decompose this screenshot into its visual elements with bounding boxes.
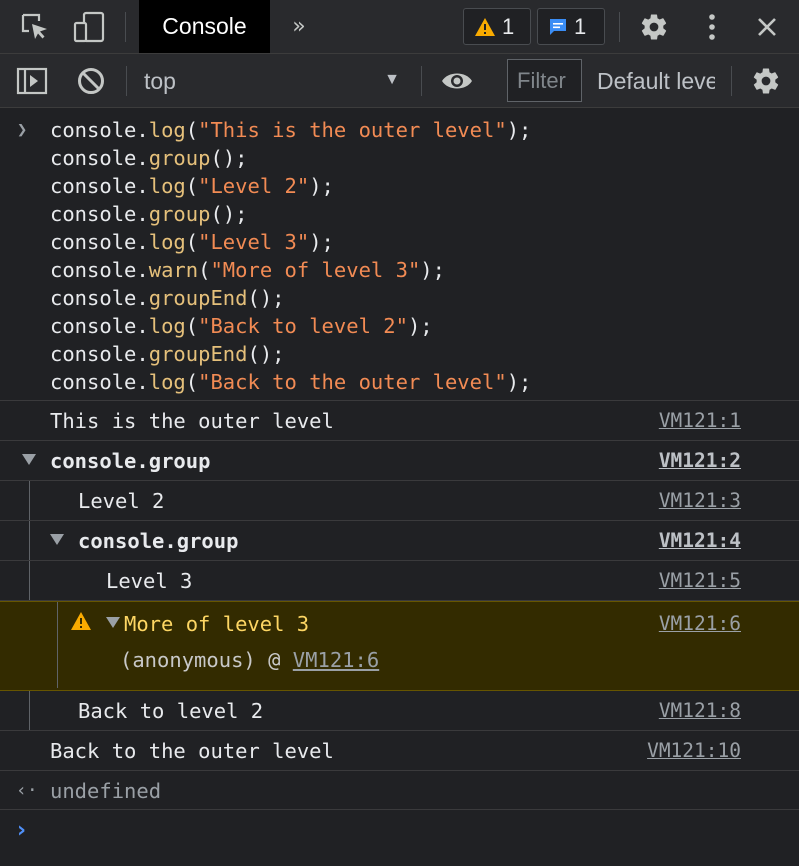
message-text: Level 3 (106, 569, 193, 593)
console-warning: More of level 3 VM121:6 (anonymous) @ VM… (0, 601, 799, 691)
inspect-element-icon[interactable] (18, 0, 52, 53)
source-link[interactable]: VM121:6 (659, 609, 741, 639)
warning-count: 1 (502, 13, 515, 39)
warnings-badge[interactable]: 1 (463, 8, 531, 45)
source-link[interactable]: VM121:5 (659, 561, 741, 601)
more-tabs-icon[interactable]: » (284, 0, 314, 53)
source-link[interactable]: VM121:8 (659, 691, 741, 731)
stack-at: @ (255, 648, 293, 672)
console-settings-icon[interactable] (748, 54, 784, 108)
message-text: Back to the outer level (50, 739, 334, 763)
result-value: undefined (50, 779, 162, 803)
expand-triangle-icon[interactable] (50, 534, 64, 545)
code-line: console.warn("More of level 3"); (50, 258, 445, 282)
toolbar-divider (731, 66, 732, 96)
message-text: Level 2 (78, 489, 165, 513)
source-link[interactable]: VM121:2 (659, 441, 741, 481)
toolbar-divider (125, 12, 126, 42)
message-text: Back to level 2 (78, 699, 264, 723)
tab-console[interactable]: Console (139, 0, 270, 53)
expand-triangle-icon[interactable] (106, 617, 120, 628)
toolbar-divider (126, 66, 127, 96)
stack-function: (anonymous) (120, 648, 256, 672)
console-message: Back to the outer level VM121:10 (0, 731, 799, 771)
console-group-header[interactable]: console.group VM121:2 (0, 441, 799, 481)
stack-trace: (anonymous) @ VM121:6 (120, 645, 379, 675)
warning-text: More of level 3 (124, 612, 310, 636)
console-group-header[interactable]: console.group VM121:4 (0, 521, 799, 561)
message-icon (550, 18, 566, 35)
console-message: Level 3 VM121:5 (0, 561, 799, 601)
console-message: Back to level 2 VM121:8 (0, 691, 799, 731)
clear-console-icon[interactable] (73, 54, 109, 108)
context-label: top (144, 67, 176, 94)
input-chevron-icon: ❯ (17, 120, 28, 140)
warning-icon (71, 612, 91, 630)
more-options-icon[interactable] (698, 0, 726, 53)
filter-input[interactable]: Filter (507, 59, 582, 102)
result-arrow-icon: ‹· (16, 780, 38, 801)
group-label: console.group (50, 449, 211, 473)
warning-icon (475, 17, 495, 36)
code-line: console.groupEnd(); (50, 342, 285, 366)
source-link[interactable]: VM121:1 (659, 401, 741, 441)
console-result: ‹· undefined (0, 771, 799, 810)
live-expression-eye-icon[interactable] (438, 54, 476, 108)
code-line: console.groupEnd(); (50, 286, 285, 310)
sidebar-toggle-icon[interactable] (14, 54, 50, 108)
code-line: console.log("This is the outer level"); (50, 118, 532, 142)
code-line: console.log("Level 3"); (50, 230, 334, 254)
source-link[interactable]: VM121:4 (659, 521, 741, 561)
code-line: console.group(); (50, 146, 248, 170)
console-prompt[interactable]: › (0, 810, 799, 866)
device-toolbar-icon[interactable] (71, 0, 107, 53)
console-input-echo: ❯ console.log("This is the outer level")… (0, 108, 799, 401)
toolbar-divider (619, 12, 620, 42)
prompt-chevron-icon: › (17, 818, 27, 843)
message-count: 1 (574, 13, 587, 39)
source-link[interactable]: VM121:3 (659, 481, 741, 521)
code-line: console.group(); (50, 202, 248, 226)
message-text: This is the outer level (50, 409, 334, 433)
log-levels-dropdown[interactable]: Default levels (597, 54, 715, 108)
group-guide-line (57, 602, 58, 688)
settings-icon[interactable] (636, 0, 672, 53)
dropdown-caret-icon: ▼ (384, 71, 400, 88)
stack-source-link[interactable]: VM121:6 (293, 648, 379, 672)
messages-badge[interactable]: 1 (537, 8, 605, 45)
code-line: console.log("Back to the outer level"); (50, 370, 532, 394)
expand-triangle-icon[interactable] (22, 454, 36, 465)
code-line: console.log("Back to level 2"); (50, 314, 433, 338)
close-icon[interactable] (752, 0, 782, 53)
console-message: Level 2 VM121:3 (0, 481, 799, 521)
console-message: This is the outer level VM121:1 (0, 401, 799, 441)
group-label: console.group (78, 529, 239, 553)
source-link[interactable]: VM121:10 (647, 731, 741, 771)
devtools-tabbar: Console » 1 1 (0, 0, 799, 54)
code-line: console.log("Level 2"); (50, 174, 334, 198)
toolbar-divider (421, 66, 422, 96)
context-selector[interactable]: top ▼ (144, 54, 406, 108)
